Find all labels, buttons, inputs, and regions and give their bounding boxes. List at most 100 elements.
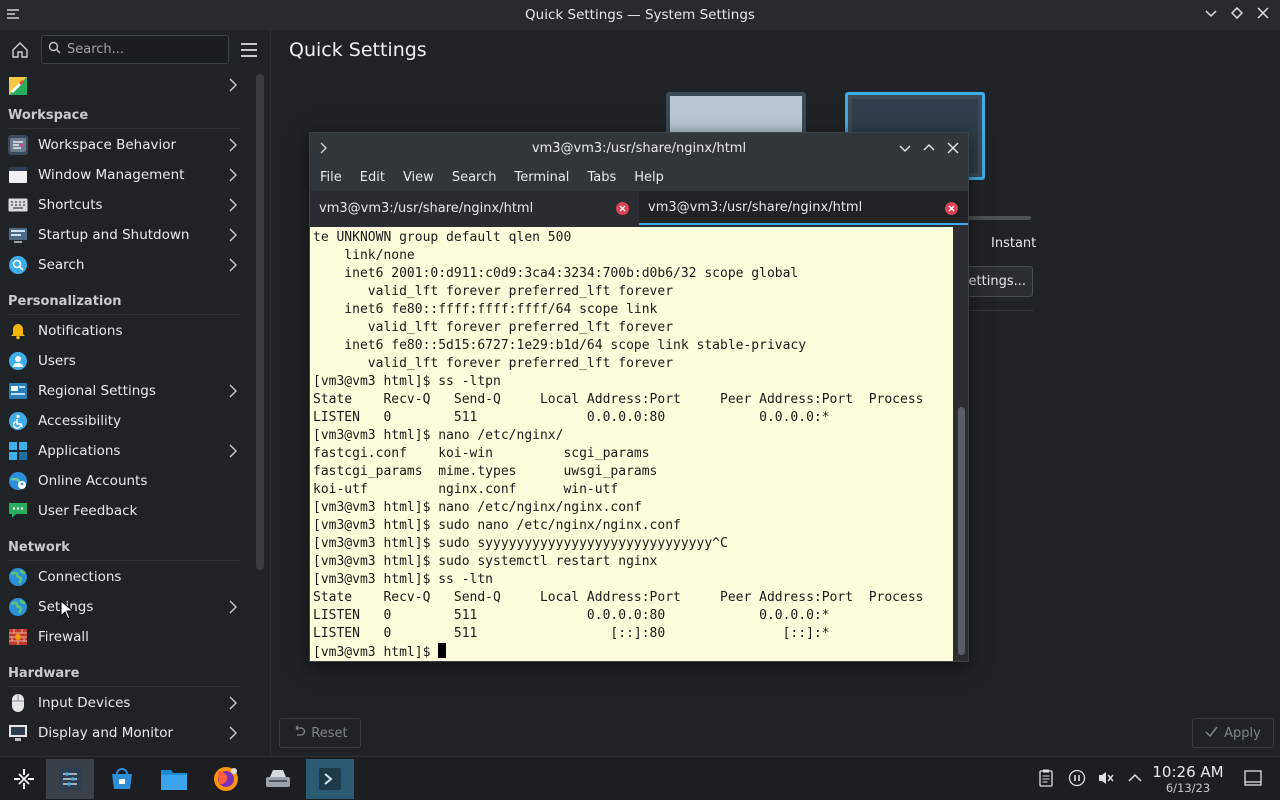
feedback-icon — [8, 501, 28, 521]
konsole-window: vm3@vm3:/usr/share/nginx/html File Edit … — [309, 132, 969, 662]
appearance-icon — [8, 76, 28, 96]
sidebar-item-regional-settings[interactable]: Regional Settings — [0, 376, 250, 406]
chevron-right-icon — [228, 138, 238, 152]
search-icon — [48, 41, 61, 58]
task-system-settings[interactable] — [46, 759, 94, 799]
app-launcher-icon[interactable] — [0, 759, 48, 799]
regional-icon — [8, 381, 28, 401]
section-header-workspace: Workspace — [0, 102, 250, 130]
task-file-manager[interactable] — [150, 759, 198, 799]
mouse-cursor-icon — [60, 599, 75, 624]
close-tab-icon[interactable] — [945, 202, 958, 215]
taskbar: 10:26 AM 6/13/23 — [0, 756, 1280, 800]
menu-file[interactable]: File — [320, 170, 342, 185]
hamburger-menu-icon[interactable] — [240, 42, 258, 58]
sidebar-item-users[interactable]: Users — [0, 346, 250, 376]
konsole-tab[interactable]: vm3@vm3:/usr/share/nginx/html — [310, 191, 639, 225]
sidebar-item-search[interactable]: Search — [0, 250, 250, 280]
menu-tabs[interactable]: Tabs — [587, 170, 616, 185]
sidebar-item-display-monitor[interactable]: Display and Monitor — [0, 718, 250, 748]
chevron-up-icon[interactable] — [1126, 769, 1144, 787]
sidebar-item-accessibility[interactable]: Accessibility — [0, 406, 250, 436]
window-titlebar: Quick Settings — System Settings — [0, 0, 1280, 30]
sidebar-item-input-devices[interactable]: Input Devices — [0, 688, 250, 718]
menu-help[interactable]: Help — [634, 170, 664, 185]
undo-icon — [292, 725, 306, 742]
accessibility-icon — [8, 411, 28, 431]
chevron-right-icon — [228, 78, 238, 92]
sidebar-item-notifications[interactable]: Notifications — [0, 316, 250, 346]
reset-button[interactable]: Reset — [279, 718, 361, 748]
terminal-prompt-line: [vm3@vm3 html]$ — [313, 643, 950, 661]
task-discover-store[interactable] — [98, 759, 146, 799]
scrollbar-thumb[interactable] — [958, 407, 965, 655]
terminal-text: te UNKNOWN group default qlen 500 link/n… — [313, 230, 924, 641]
show-desktop-icon[interactable] — [1244, 769, 1262, 787]
sidebar-item-appearance[interactable] — [0, 70, 250, 102]
menu-terminal[interactable]: Terminal — [514, 170, 569, 185]
home-icon[interactable] — [10, 40, 30, 60]
mouse-icon — [8, 693, 28, 713]
konsole-tabbar: vm3@vm3:/usr/share/nginx/html vm3@vm3:/u… — [310, 191, 968, 225]
sidebar: Workspace Workspace Behavior Window Mana… — [0, 30, 270, 756]
checkmark-icon — [1205, 725, 1218, 742]
menu-edit[interactable]: Edit — [360, 170, 385, 185]
terminal-output[interactable]: te UNKNOWN group default qlen 500 link/n… — [310, 227, 953, 661]
close-icon[interactable] — [946, 141, 960, 159]
search-input[interactable] — [67, 42, 217, 57]
clock[interactable]: 10:26 AM 6/13/23 — [1150, 763, 1226, 795]
sidebar-item-shortcuts[interactable]: Shortcuts — [0, 190, 250, 220]
maximize-icon[interactable] — [922, 141, 936, 159]
bell-icon — [8, 321, 28, 341]
sidebar-item-user-feedback[interactable]: User Feedback — [0, 496, 250, 526]
chevron-right-icon — [228, 198, 238, 212]
chevron-right-icon — [228, 228, 238, 242]
chevron-right-icon — [228, 726, 238, 740]
search-field[interactable] — [41, 35, 229, 64]
firewall-icon — [8, 627, 28, 647]
konsole-title: vm3@vm3:/usr/share/nginx/html — [531, 140, 747, 156]
menu-search[interactable]: Search — [452, 170, 497, 185]
chevron-right-icon — [228, 168, 238, 182]
close-tab-icon[interactable] — [616, 202, 629, 215]
sidebar-item-online-accounts[interactable]: Online Accounts — [0, 466, 250, 496]
sidebar-item-connections[interactable]: Connections — [0, 562, 250, 592]
konsole-titlebar: vm3@vm3:/usr/share/nginx/html — [310, 133, 968, 163]
workspace-behavior-icon — [8, 135, 28, 155]
maximize-icon[interactable] — [1230, 6, 1244, 20]
sidebar-item-applications[interactable]: Applications — [0, 436, 250, 466]
sidebar-item-window-management[interactable]: Window Management — [0, 160, 250, 190]
section-header-hardware: Hardware — [0, 660, 250, 688]
sidebar-item-network-settings[interactable]: Settings — [0, 592, 250, 622]
window-menu-icon[interactable] — [6, 7, 20, 21]
sidebar-list: Workspace Workspace Behavior Window Mana… — [0, 70, 250, 748]
monitor-icon — [8, 723, 28, 743]
clock-date: 6/13/23 — [1165, 781, 1211, 795]
volume-muted-icon[interactable] — [1097, 769, 1115, 787]
task-scanner[interactable] — [254, 759, 302, 799]
chevron-right-icon[interactable] — [318, 141, 330, 155]
minimize-icon[interactable] — [898, 141, 912, 159]
close-icon[interactable] — [1256, 6, 1270, 20]
chevron-right-icon — [228, 600, 238, 614]
task-konsole[interactable] — [306, 759, 354, 799]
minimize-icon[interactable] — [1204, 6, 1218, 20]
window-title: Quick Settings — System Settings — [525, 7, 755, 23]
terminal-scrollbar[interactable] — [955, 227, 968, 661]
menu-view[interactable]: View — [403, 170, 434, 185]
clipboard-icon[interactable] — [1037, 769, 1055, 787]
keyboard-icon — [8, 195, 28, 215]
sidebar-item-startup-shutdown[interactable]: Startup and Shutdown — [0, 220, 250, 250]
media-pause-icon[interactable] — [1068, 769, 1086, 787]
chevron-right-icon — [228, 384, 238, 398]
apply-button[interactable]: Apply — [1192, 718, 1274, 748]
animation-speed-slider[interactable] — [961, 216, 1031, 220]
sidebar-scrollbar[interactable] — [256, 74, 264, 570]
task-firefox[interactable] — [202, 759, 250, 799]
chevron-right-icon — [228, 696, 238, 710]
terminal-prompt: [vm3@vm3 html]$ — [313, 645, 439, 660]
sidebar-item-firewall[interactable]: Firewall — [0, 622, 250, 652]
konsole-tab-active[interactable]: vm3@vm3:/usr/share/nginx/html — [639, 191, 968, 225]
section-header-personalization: Personalization — [0, 288, 250, 316]
sidebar-item-workspace-behavior[interactable]: Workspace Behavior — [0, 130, 250, 160]
